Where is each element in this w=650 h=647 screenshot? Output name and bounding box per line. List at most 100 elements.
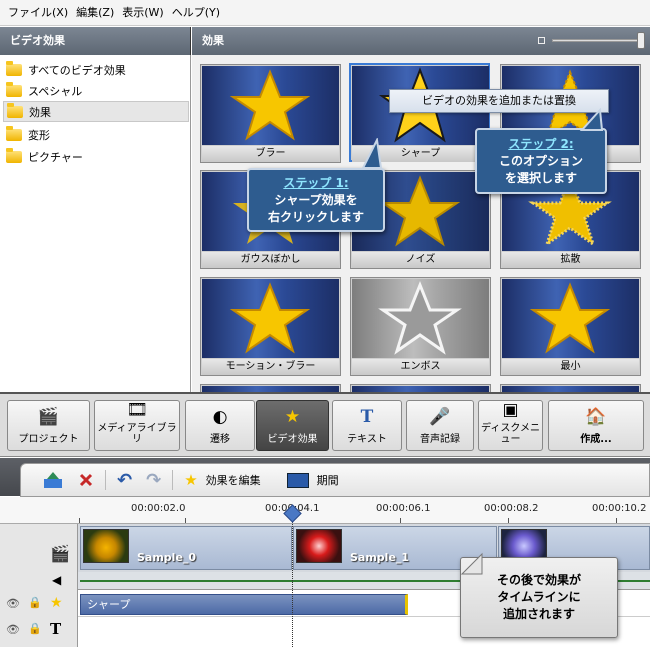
effect-tile-partial[interactable]: [200, 384, 341, 392]
ruler-label: 00:00:06.1: [376, 503, 431, 514]
transitions-button-label: 遷移: [210, 434, 230, 445]
folder-icon: [6, 147, 22, 163]
ruler-label: 00:00:10.2: [592, 503, 647, 514]
eye-icon[interactable]: 👁: [6, 623, 20, 636]
text-button-label: テキスト: [347, 434, 387, 445]
effect-tile-label: ノイズ: [352, 252, 489, 268]
folder-icon: [7, 102, 23, 118]
edit-effect-label: 効果を編集: [205, 474, 261, 487]
microphone-icon: 🎤: [429, 407, 451, 427]
folder-icon: [6, 60, 22, 76]
menu-edit[interactable]: 編集(Z): [72, 0, 118, 26]
disc-menu-button-label: ディスクメニュー: [481, 423, 540, 445]
edit-effect-button[interactable]: ★ 効果を編集: [177, 467, 267, 493]
effect-track-star-icon: ★: [50, 595, 63, 611]
effect-clip-sharpen[interactable]: シャープ: [80, 594, 408, 615]
effect-tile-label: ブラー: [202, 146, 339, 162]
sidebar-item-picture[interactable]: ピクチャー: [3, 146, 189, 167]
sidebar-item-special[interactable]: スペシャル: [3, 80, 189, 101]
callout-step-2-line2: を選択します: [504, 171, 577, 185]
effect-thumbnail: [502, 279, 639, 358]
ruler-tick: [400, 518, 401, 523]
effect-tile-minimum[interactable]: 最小: [500, 277, 641, 376]
create-button[interactable]: 🏠 作成...: [548, 400, 644, 451]
folder-icon: [6, 81, 22, 97]
video-track-clapper-icon: 🎬: [50, 544, 70, 563]
sidebar-header: ビデオ効果: [0, 27, 191, 55]
clip-name: Sample_0: [137, 551, 197, 564]
eye-icon[interactable]: 👁: [6, 597, 20, 610]
callout-timeline-pointer: [460, 552, 483, 575]
video-clip-sample-0[interactable]: Sample_0: [80, 526, 292, 570]
callout-step-2-line1: このオプション: [498, 154, 583, 168]
effect-tile-partial[interactable]: [500, 384, 641, 392]
undo-icon: ↶: [117, 469, 133, 491]
sidebar-item-transform[interactable]: 変形: [3, 124, 189, 145]
toolbar-divider: [172, 470, 174, 490]
video-effects-button-label: ビデオ効果: [267, 434, 318, 445]
delete-button[interactable]: [71, 467, 101, 493]
zoom-slider-thumb[interactable]: [637, 32, 645, 49]
project-button-label: プロジェクト: [18, 434, 79, 445]
callout-step-1-line2: 右クリックします: [267, 210, 364, 224]
effect-thumbnail: [202, 66, 339, 145]
text-button[interactable]: T テキスト: [332, 400, 402, 451]
duration-calendar-icon: [286, 472, 309, 488]
voice-record-button[interactable]: 🎤 音声記録: [406, 400, 474, 451]
effect-tile-motion-blur[interactable]: モーション・ブラー: [200, 277, 341, 376]
ruler-label: 00:00:02.0: [131, 503, 186, 514]
timeline-toolbar: ↶ ↷ ★ 効果を編集 期間: [20, 463, 650, 497]
toolbar-divider: [105, 470, 106, 490]
timeline-ruler[interactable]: 00:00:02.0 00:00:04.1 00:00:06.1 00:00:0…: [0, 497, 650, 524]
redo-icon: ↷: [146, 469, 162, 491]
effect-tile-partial[interactable]: [350, 384, 491, 392]
media-library-button-label: メディアライブラリ: [97, 423, 177, 445]
voice-record-button-label: 音声記録: [420, 434, 460, 445]
lock-icon[interactable]: 🔒: [28, 622, 42, 635]
clip-thumbnail: [296, 529, 342, 563]
effect-tile-label: モーション・ブラー: [202, 359, 339, 375]
project-button[interactable]: 🎬 プロジェクト: [7, 400, 90, 451]
disc-menu-button[interactable]: ▣ ディスクメニュー: [478, 400, 543, 451]
effect-tile-label: エンボス: [352, 359, 489, 375]
callout-step-2: ステップ 2: このオプション を選択します: [475, 128, 607, 194]
effect-tile-emboss[interactable]: エンボス: [350, 277, 491, 376]
duration-label: 期間: [316, 474, 339, 487]
menu-help[interactable]: ヘルプ(Y): [168, 0, 224, 26]
menu-file[interactable]: ファイル(X): [4, 0, 72, 26]
ruler-tick: [185, 518, 186, 523]
menu-view[interactable]: 表示(W): [118, 0, 167, 26]
sidebar-item-label: スペシャル: [28, 84, 83, 98]
media-library-button[interactable]: 🎞 メディアライブラリ: [94, 400, 180, 451]
sidebar-item-effects[interactable]: 効果: [3, 101, 189, 122]
lock-icon[interactable]: 🔒: [28, 596, 42, 609]
download-to-timeline-button[interactable]: [35, 467, 71, 493]
video-effects-button[interactable]: ★ ビデオ効果: [256, 400, 329, 451]
add-to-timeline-icon: [44, 472, 62, 488]
ruler-label: 00:00:08.2: [484, 503, 539, 514]
duration-button[interactable]: 期間: [280, 467, 346, 493]
redo-button[interactable]: ↷: [139, 467, 168, 493]
edit-effect-icon: ★: [184, 471, 198, 489]
zoom-slider[interactable]: [552, 39, 642, 42]
effect-tile-blur[interactable]: ブラー: [200, 64, 341, 163]
undo-button[interactable]: ↶: [110, 467, 139, 493]
ruler-tick: [508, 518, 509, 523]
effect-thumbnail: [352, 279, 489, 358]
callout-timeline-line2: タイムラインに: [497, 590, 581, 604]
house-star-icon: 🏠: [585, 407, 607, 427]
callout-step-2-header: ステップ 2:: [508, 137, 574, 151]
ruler-tick: [79, 518, 80, 523]
callout-timeline-line1: その後で効果が: [496, 573, 581, 587]
menu-bar: ファイル(X) 編集(Z) 表示(W) ヘルプ(Y): [0, 0, 650, 26]
clip-name: Sample_1: [350, 551, 410, 564]
clip-thumbnail: [83, 529, 129, 563]
zoom-out-icon[interactable]: [538, 37, 545, 44]
playhead-line[interactable]: [292, 511, 293, 647]
delete-x-icon: [79, 473, 93, 487]
create-button-label: 作成...: [580, 434, 612, 445]
transitions-button[interactable]: ◐ 遷移: [185, 400, 255, 451]
effect-tile-label: ガウスぼかし: [202, 252, 339, 268]
effect-thumbnail: [202, 279, 339, 358]
sidebar-item-all-effects[interactable]: すべてのビデオ効果: [3, 59, 189, 80]
